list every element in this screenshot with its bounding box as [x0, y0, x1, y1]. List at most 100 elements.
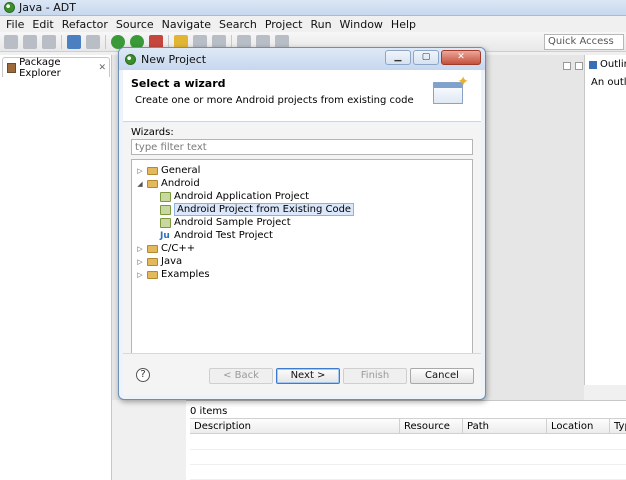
outline-panel: Outlin An outlin	[584, 55, 626, 385]
wizard-tree: ▷ General ◢ Android Android Application …	[131, 159, 473, 355]
menu-navigate[interactable]: Navigate	[160, 18, 217, 31]
help-icon[interactable]: ?	[136, 368, 150, 382]
menu-project[interactable]: Project	[263, 18, 309, 31]
tab-outline[interactable]: Outlin	[589, 59, 626, 70]
cancel-button[interactable]: Cancel	[410, 368, 474, 384]
menu-window[interactable]: Window	[338, 18, 389, 31]
folder-icon	[147, 166, 158, 175]
outline-icon	[589, 60, 597, 69]
menu-edit[interactable]: Edit	[30, 18, 59, 31]
items-count: 0 items	[190, 406, 228, 417]
dialog-titlebar: New Project ▁ ▢ ✕	[119, 48, 485, 70]
tree-item-label: Java	[161, 256, 183, 267]
tree-item-label: Examples	[161, 269, 210, 280]
tree-item-android-sample-project[interactable]: Android Sample Project	[160, 216, 291, 229]
sdk-manager-icon[interactable]	[67, 34, 81, 49]
table-row	[190, 464, 626, 465]
expand-arrow-icon[interactable]: ▷	[136, 167, 144, 175]
expand-arrow-icon[interactable]: ▷	[136, 271, 144, 279]
wizard-header: Select a wizard Create one or more Andro…	[123, 70, 481, 122]
package-explorer-label: Package Explorer	[19, 56, 61, 79]
wizard-footer: ? < Back Next > Finish Cancel	[123, 353, 481, 395]
dialog-app-icon	[125, 53, 136, 65]
expand-arrow-icon[interactable]: ▷	[136, 245, 144, 253]
tree-item-java[interactable]: ▷ Java	[136, 255, 182, 268]
next-button[interactable]: Next >	[276, 368, 340, 384]
print-icon[interactable]	[42, 34, 56, 49]
junit-icon: Ju	[160, 230, 170, 241]
menu-bar: File Edit Refactor Source Navigate Searc…	[0, 16, 626, 32]
tree-item-label: Android Application Project	[174, 191, 310, 202]
column-location[interactable]: Location	[547, 419, 610, 433]
new-icon[interactable]	[4, 34, 18, 49]
close-icon[interactable]: ✕	[98, 63, 106, 73]
menu-refactor[interactable]: Refactor	[60, 18, 114, 31]
table-row	[190, 449, 626, 450]
tree-item-android-application-project[interactable]: Android Application Project	[160, 190, 309, 203]
minimize-icon[interactable]: ▁	[385, 50, 411, 65]
folder-icon	[147, 257, 158, 266]
tab-package-explorer[interactable]: Package Explorer ✕	[2, 56, 110, 79]
column-resource[interactable]: Resource	[400, 419, 463, 433]
outline-message: An outlin	[591, 77, 626, 88]
window-title: Java - ADT	[19, 1, 76, 14]
filter-input[interactable]	[131, 139, 473, 155]
collapse-arrow-icon[interactable]: ◢	[136, 180, 144, 188]
column-description[interactable]: Description	[190, 419, 400, 433]
column-path[interactable]: Path	[463, 419, 547, 433]
menu-help[interactable]: Help	[389, 18, 422, 31]
view-controls	[563, 62, 583, 70]
close-icon[interactable]: ✕	[441, 50, 481, 65]
tree-item-label: Android Test Project	[174, 230, 273, 241]
column-type[interactable]: Typ	[610, 419, 626, 433]
tree-item-android[interactable]: ◢ Android	[136, 177, 200, 190]
dialog-title: New Project	[141, 52, 207, 66]
adt-app-icon	[4, 2, 15, 13]
folder-icon	[147, 244, 158, 253]
folder-open-icon	[147, 179, 158, 188]
dialog-window-controls: ▁ ▢ ✕	[385, 50, 481, 65]
toolbar-separator	[61, 34, 62, 49]
tree-item-label: Android Sample Project	[174, 217, 291, 228]
tree-item-android-project-from-existing-code[interactable]: Android Project from Existing Code	[160, 203, 355, 216]
quick-access-input[interactable]: Quick Access	[544, 34, 624, 50]
android-project-icon	[160, 204, 171, 215]
tree-item-label: Android Project from Existing Code	[174, 203, 355, 216]
menu-search[interactable]: Search	[217, 18, 263, 31]
tree-item-label: C/C++	[161, 243, 196, 254]
tree-item-general[interactable]: ▷ General	[136, 164, 200, 177]
new-project-dialog: New Project ▁ ▢ ✕ Select a wizard Create…	[118, 47, 486, 400]
problems-table-header: Description Resource Path Location Typ	[190, 418, 626, 434]
tree-item-cpp[interactable]: ▷ C/C++	[136, 242, 195, 255]
android-project-icon	[160, 217, 171, 228]
wizard-banner-icon: ✦	[433, 74, 469, 106]
avd-manager-icon[interactable]	[86, 34, 100, 49]
tree-item-examples[interactable]: ▷ Examples	[136, 268, 210, 281]
tree-item-label: General	[161, 165, 201, 176]
menu-run[interactable]: Run	[308, 18, 337, 31]
save-icon[interactable]	[23, 34, 37, 49]
package-explorer-icon	[7, 62, 17, 73]
minimize-icon[interactable]	[563, 62, 571, 70]
wizard-title: Select a wizard	[131, 77, 226, 90]
back-button[interactable]: < Back	[209, 368, 273, 384]
sparkle-icon: ✦	[457, 74, 469, 90]
finish-button[interactable]: Finish	[343, 368, 407, 384]
tree-item-android-test-project[interactable]: Ju Android Test Project	[160, 229, 273, 242]
wizard-body: Wizards: ▷ General ◢ Android Android App…	[123, 123, 481, 355]
expand-arrow-icon[interactable]: ▷	[136, 258, 144, 266]
wizard-description: Create one or more Android projects from…	[135, 95, 414, 106]
maximize-icon[interactable]: ▢	[413, 50, 439, 65]
tree-item-label: Android	[161, 178, 200, 189]
menu-file[interactable]: File	[4, 18, 30, 31]
problems-panel: 0 items Description Resource Path Locati…	[186, 400, 626, 480]
android-project-icon	[160, 191, 171, 202]
maximize-icon[interactable]	[575, 62, 583, 70]
toolbar-separator	[105, 34, 106, 49]
outline-label: Outlin	[600, 59, 626, 70]
package-explorer-panel: Package Explorer ✕	[0, 55, 112, 480]
folder-icon	[147, 270, 158, 279]
window-titlebar: Java - ADT	[0, 0, 626, 16]
wizards-label: Wizards:	[131, 127, 174, 138]
menu-source[interactable]: Source	[114, 18, 160, 31]
